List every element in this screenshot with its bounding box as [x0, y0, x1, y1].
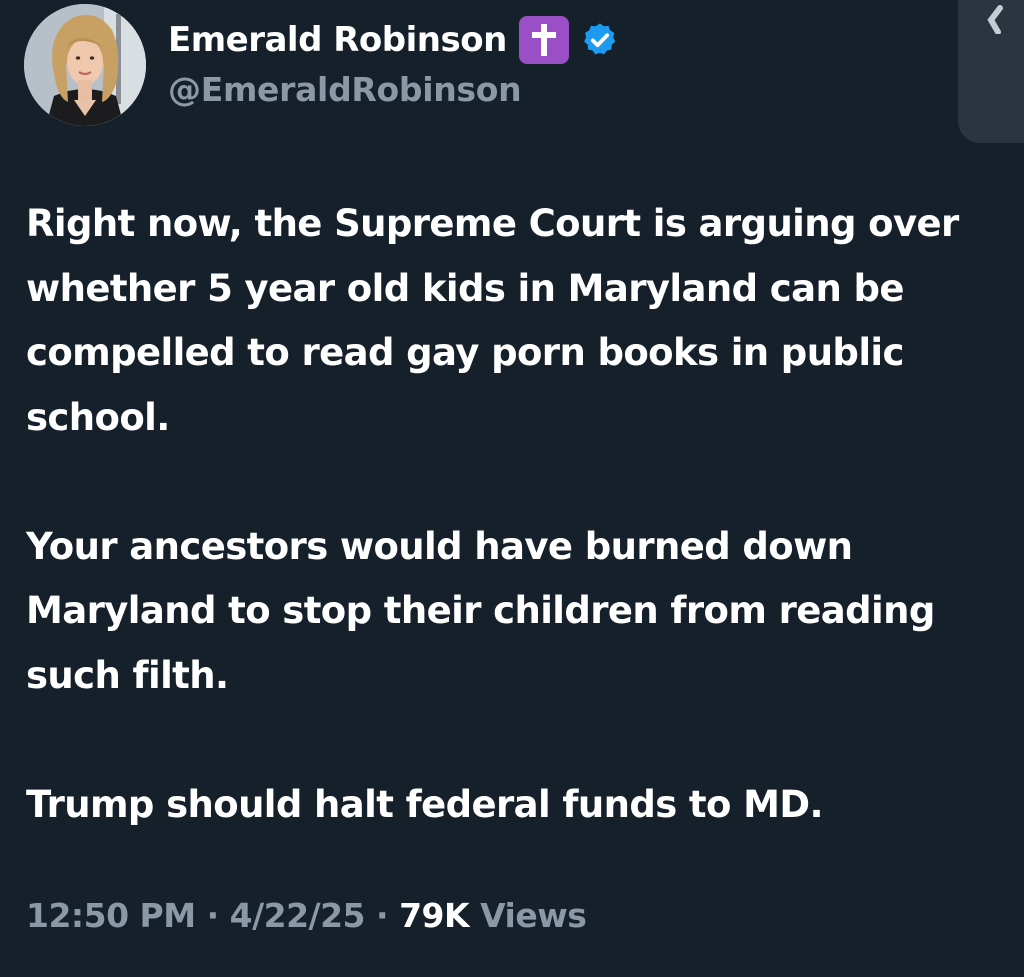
meta-separator: ·: [376, 896, 389, 935]
chevron-left-icon: [987, 5, 1003, 34]
tweet-paragraph: Right now, the Supreme Court is arguing …: [26, 202, 959, 439]
author-header: Emerald Robinson @EmeraldRobinson: [168, 14, 619, 109]
cross-emoji-icon: [518, 16, 569, 64]
tweet-paragraph: Trump should halt federal funds to MD.: [26, 782, 824, 826]
tweet-date[interactable]: 4/22/25: [230, 896, 366, 935]
tweet-meta: 12:50 PM · 4/22/25 · 79K Views: [26, 896, 587, 935]
tweet-text: Right now, the Supreme Court is arguing …: [26, 192, 1001, 837]
views-label[interactable]: Views: [480, 896, 587, 935]
author-display-name[interactable]: Emerald Robinson: [168, 20, 507, 60]
tweet-detail: Emerald Robinson @EmeraldRobinson Right …: [0, 0, 1024, 977]
author-avatar[interactable]: [24, 4, 146, 126]
meta-separator: ·: [206, 896, 220, 935]
avatar-image: [24, 4, 146, 126]
author-handle[interactable]: @EmeraldRobinson: [168, 70, 619, 109]
views-count[interactable]: 79K: [399, 896, 470, 935]
verified-badge-icon[interactable]: [581, 21, 619, 59]
tweet-time[interactable]: 12:50 PM: [26, 896, 196, 935]
tweet-paragraph: Your ancestors would have burned down Ma…: [26, 524, 935, 697]
author-name-row[interactable]: Emerald Robinson: [168, 14, 619, 66]
side-panel-tab[interactable]: [958, 0, 1024, 143]
